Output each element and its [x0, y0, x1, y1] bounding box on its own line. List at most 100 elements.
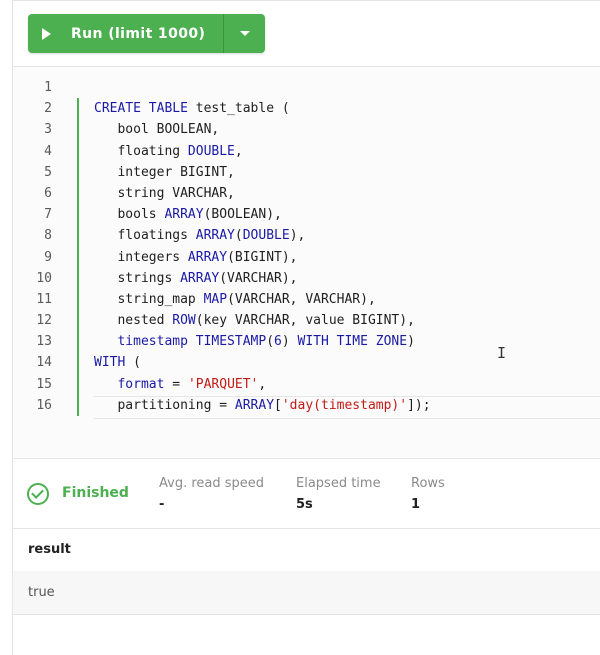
code-text: (	[125, 355, 141, 371]
code-line: strings ARRAY(VARCHAR),	[94, 268, 594, 289]
code-text: (BOOLEAN),	[203, 207, 282, 223]
metric-value: -	[159, 497, 165, 512]
code-text: floating	[94, 143, 188, 159]
code-text: string VARCHAR,	[94, 185, 235, 201]
code-line: CREATE TABLE test_table (	[94, 98, 594, 119]
results-column-header[interactable]: result	[13, 528, 600, 572]
code-line: integers ARRAY(BIGINT),	[94, 247, 594, 268]
code-text: (BIGINT),	[227, 249, 298, 265]
code-keyword: ARRAY	[187, 249, 228, 265]
line-number: 14	[36, 355, 52, 371]
code-keyword: format	[117, 376, 165, 392]
code-text: )	[281, 334, 298, 350]
code-text: bool BOOLEAN,	[94, 122, 220, 138]
code-keyword: ARRAY	[195, 228, 235, 244]
code-text: bools	[94, 207, 165, 223]
line-number: 9	[44, 249, 52, 265]
code-text: partitioning =	[94, 397, 235, 413]
code-line: format = 'PARQUET',	[94, 374, 594, 395]
metric-label: Rows	[411, 476, 445, 491]
code-text: floatings	[94, 228, 196, 244]
code-line: nested ROW(key VARCHAR, value BIGINT),	[94, 310, 594, 331]
code-line: WITH (	[94, 352, 594, 373]
code-area[interactable]: CREATE TABLE test_table ( bool BOOLEAN, …	[94, 77, 594, 416]
code-text: (	[234, 228, 243, 244]
code-text: integer BIGINT,	[94, 164, 235, 180]
code-text: strings	[94, 270, 181, 286]
column-header-label: result	[28, 542, 71, 557]
line-number: 4	[44, 143, 52, 159]
code-text: (	[266, 334, 275, 350]
code-line: partitioning = ARRAY['day(timestamp)']);	[94, 395, 594, 416]
code-keyword: WITH TIME ZONE	[297, 334, 408, 350]
code-text: test_table (	[187, 101, 290, 117]
metric-elapsed-time: Elapsed time 5s	[296, 476, 381, 512]
table-row[interactable]: true	[13, 571, 600, 615]
code-keyword: timestamp TIMESTAMP	[117, 334, 267, 350]
run-button-group: Run (limit 1000)	[28, 14, 266, 53]
metric-label: Elapsed time	[296, 476, 381, 491]
modified-lines-marker	[77, 98, 79, 416]
metric-avg-read-speed: Avg. read speed -	[159, 476, 264, 512]
line-number: 16	[36, 397, 52, 413]
run-button[interactable]: Run (limit 1000)	[28, 14, 224, 53]
metric-value: 5s	[296, 497, 313, 512]
code-text: (key VARCHAR, value BIGINT),	[195, 313, 415, 329]
code-line: bool BOOLEAN,	[94, 119, 594, 140]
code-text: (VARCHAR),	[219, 270, 298, 286]
play-icon	[42, 27, 51, 40]
code-line: floating DOUBLE,	[94, 141, 594, 162]
code-text: [	[274, 397, 282, 413]
line-number: 13	[36, 334, 52, 350]
metric-value: 1	[411, 497, 421, 512]
code-keyword: ARRAY	[180, 270, 220, 286]
run-button-label: Run (limit 1000)	[71, 25, 206, 42]
code-line: bools ARRAY(BOOLEAN),	[94, 204, 594, 225]
code-line: string VARCHAR,	[94, 183, 594, 204]
line-number: 1	[44, 80, 52, 95]
code-line: floatings ARRAY(DOUBLE),	[94, 225, 594, 246]
code-line: integer BIGINT,	[94, 162, 594, 183]
code-string: 'PARQUET'	[187, 376, 259, 392]
code-keyword: WITH	[94, 355, 126, 371]
text-cursor-icon: I	[497, 344, 507, 362]
code-text: (VARCHAR, VARCHAR),	[227, 291, 376, 307]
code-text: )	[407, 334, 415, 350]
metric-rows: Rows 1	[411, 476, 445, 512]
code-text: ,	[234, 143, 243, 159]
code-keyword: MAP	[203, 291, 228, 307]
code-keyword: DOUBLE	[242, 228, 290, 244]
sql-editor[interactable]: 1 2 3 4 5 6 7 8 9 10 11 12 13 14 15 16 CREATE TABLE tes…	[13, 67, 600, 457]
code-text: ),	[289, 228, 306, 244]
line-number: 15	[36, 376, 52, 392]
check-circle-icon	[27, 483, 49, 505]
code-line: string_map MAP(VARCHAR, VARCHAR),	[94, 289, 594, 310]
code-text: =	[164, 376, 188, 392]
code-text: nested	[94, 313, 173, 329]
code-keyword: ARRAY	[234, 397, 275, 413]
query-toolbar: Run (limit 1000)	[13, 1, 600, 67]
line-number: 6	[44, 185, 52, 201]
code-line: timestamp TIMESTAMP(6) WITH TIME ZONE)	[94, 331, 594, 352]
line-number: 7	[44, 207, 52, 223]
run-options-dropdown[interactable]	[224, 14, 266, 53]
code-keyword: DOUBLE	[187, 143, 235, 159]
line-number: 3	[44, 122, 52, 138]
code-text: ,	[258, 376, 267, 392]
line-number: 8	[44, 228, 52, 244]
chevron-down-icon	[239, 31, 250, 36]
code-string: 'day(timestamp)'	[281, 397, 408, 413]
code-text: integers	[94, 249, 188, 265]
code-keyword: ARRAY	[164, 207, 204, 223]
code-keyword: ROW	[172, 313, 196, 329]
line-number: 11	[36, 291, 52, 307]
line-number: 10	[36, 270, 52, 286]
line-number: 2	[44, 101, 52, 117]
line-number-gutter: 1 2 3 4 5 6 7 8 9 10 11 12 13 14 15 16	[13, 77, 63, 416]
query-status-bar: Finished Avg. read speed - Elapsed time …	[13, 458, 600, 529]
code-keyword: CREATE TABLE	[94, 101, 188, 117]
code-text: string_map	[94, 291, 204, 307]
